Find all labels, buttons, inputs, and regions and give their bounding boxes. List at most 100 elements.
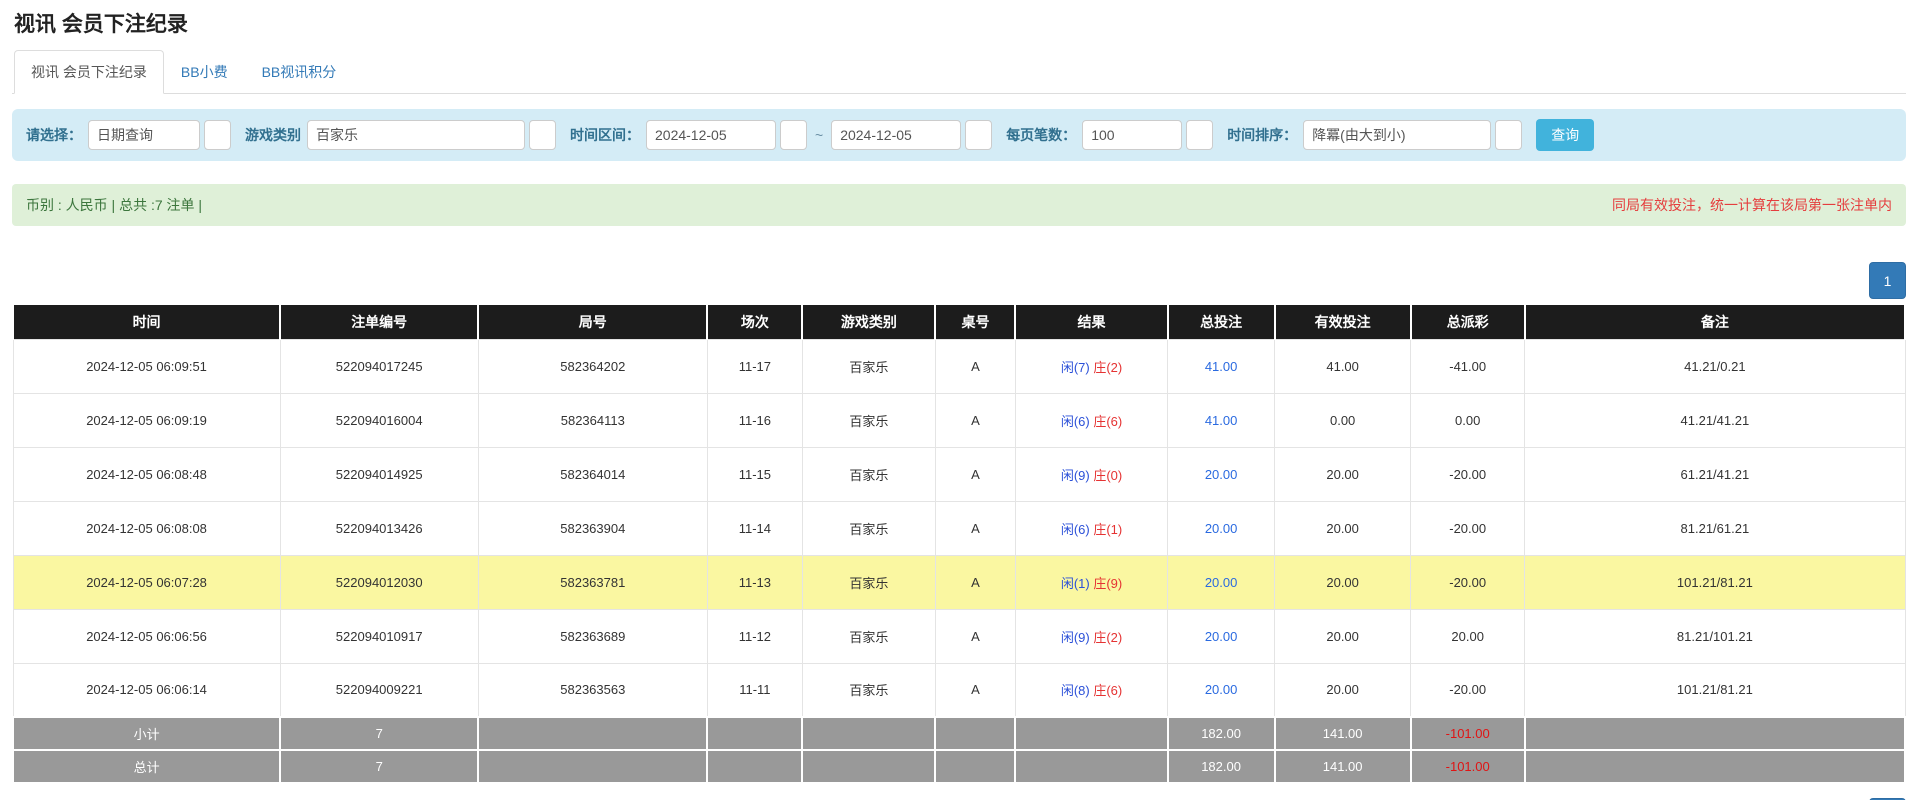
search-button[interactable]: 查询 — [1536, 119, 1594, 151]
summary-valid-bet: 141.00 — [1275, 717, 1411, 750]
total-bet-link[interactable]: 41.00 — [1205, 359, 1238, 374]
result-player: 闲(1) — [1061, 576, 1090, 591]
page-size-dropdown-box[interactable] — [1186, 120, 1213, 150]
cell-session: 11-12 — [707, 609, 802, 663]
cell-valid-bet: 20.00 — [1275, 663, 1411, 717]
result-player: 闲(9) — [1061, 468, 1090, 483]
result-banker: 庄(1) — [1093, 522, 1122, 537]
time-sort-label: 时间排序： — [1227, 125, 1297, 145]
game-type-dropdown-box[interactable] — [529, 120, 556, 150]
cell-result: 闲(9) 庄(2) — [1015, 609, 1167, 663]
result-player: 闲(6) — [1061, 414, 1090, 429]
total-bet-link[interactable]: 20.00 — [1205, 521, 1238, 536]
cell-result: 闲(8) 庄(6) — [1015, 663, 1167, 717]
result-player: 闲(7) — [1061, 360, 1090, 375]
cell-result: 闲(7) 庄(2) — [1015, 339, 1167, 393]
cell-round-id: 582363689 — [478, 609, 707, 663]
cell-session: 11-11 — [707, 663, 802, 717]
table-header-row: 时间注单编号局号场次游戏类别桌号结果总投注有效投注总派彩备注 — [13, 305, 1905, 339]
result-banker: 庄(0) — [1093, 468, 1122, 483]
game-type-select[interactable] — [307, 120, 525, 150]
total-bet-link[interactable]: 20.00 — [1205, 575, 1238, 590]
cell-valid-bet: 41.00 — [1275, 339, 1411, 393]
cell-session: 11-17 — [707, 339, 802, 393]
cell-game-type: 百家乐 — [802, 663, 935, 717]
date-range-separator: ~ — [815, 127, 823, 143]
total-bet-link[interactable]: 41.00 — [1205, 413, 1238, 428]
time-sort-dropdown-box[interactable] — [1495, 120, 1522, 150]
summary-count: 7 — [280, 717, 478, 750]
total-bet-link[interactable]: 20.00 — [1205, 629, 1238, 644]
cell-valid-bet: 20.00 — [1275, 555, 1411, 609]
page-title: 视讯 会员下注纪录 — [12, 0, 1906, 50]
summary-empty — [935, 750, 1015, 783]
time-range-label: 时间区间： — [570, 125, 640, 145]
column-header: 桌号 — [935, 305, 1015, 339]
cell-game-type: 百家乐 — [802, 393, 935, 447]
result-banker: 庄(2) — [1093, 630, 1122, 645]
cell-time: 2024-12-05 06:08:48 — [13, 447, 280, 501]
total-bet-link[interactable]: 20.00 — [1205, 682, 1238, 697]
cell-remark: 41.21/0.21 — [1525, 339, 1905, 393]
cell-table-no: A — [935, 447, 1015, 501]
cell-table-no: A — [935, 663, 1015, 717]
summary-empty — [802, 717, 935, 750]
cell-table-no: A — [935, 555, 1015, 609]
date-from-input[interactable] — [646, 120, 776, 150]
cell-payout: -41.00 — [1411, 339, 1525, 393]
date-from-picker-box[interactable] — [780, 120, 807, 150]
notice-bar: 币别 : 人民币 | 总共 :7 注单 | 同局有效投注，统一计算在该局第一张注… — [12, 184, 1906, 226]
date-to-input[interactable] — [831, 120, 961, 150]
tab-bb-tips[interactable]: BB小费 — [164, 50, 245, 94]
cell-payout: -20.00 — [1411, 663, 1525, 717]
summary-total-bet: 182.00 — [1168, 717, 1275, 750]
page-1-button[interactable]: 1 — [1869, 262, 1906, 299]
summary-remark-empty — [1525, 717, 1905, 750]
filter-bar: 请选择： 游戏类别 时间区间： ~ 每页笔数： 时间排序： 查询 — [12, 109, 1906, 161]
summary-empty — [802, 750, 935, 783]
cell-bet-id: 522094013426 — [280, 501, 478, 555]
pagination-top: 1 — [12, 262, 1906, 299]
result-banker: 庄(2) — [1093, 360, 1122, 375]
column-header: 总投注 — [1168, 305, 1275, 339]
summary-payout: -101.00 — [1411, 750, 1525, 783]
summary-payout: -101.00 — [1411, 717, 1525, 750]
table-row: 2024-12-05 06:08:48522094014925582364014… — [13, 447, 1905, 501]
cell-valid-bet: 20.00 — [1275, 609, 1411, 663]
cell-remark: 41.21/41.21 — [1525, 393, 1905, 447]
column-header: 时间 — [13, 305, 280, 339]
cell-bet-id: 522094012030 — [280, 555, 478, 609]
tab-bb-video-points[interactable]: BB视讯积分 — [245, 50, 354, 94]
cell-time: 2024-12-05 06:08:08 — [13, 501, 280, 555]
result-banker: 庄(6) — [1093, 414, 1122, 429]
page-size-select[interactable] — [1082, 120, 1182, 150]
cell-remark: 101.21/81.21 — [1525, 555, 1905, 609]
column-header: 场次 — [707, 305, 802, 339]
table-row: 2024-12-05 06:07:28522094012030582363781… — [13, 555, 1905, 609]
cell-time: 2024-12-05 06:07:28 — [13, 555, 280, 609]
total-bet-link[interactable]: 20.00 — [1205, 467, 1238, 482]
query-type-dropdown-box[interactable] — [204, 120, 231, 150]
result-banker: 庄(9) — [1093, 576, 1122, 591]
cell-bet-id: 522094009221 — [280, 663, 478, 717]
query-type-select[interactable] — [88, 120, 200, 150]
cell-session: 11-14 — [707, 501, 802, 555]
table-row: 2024-12-05 06:08:08522094013426582363904… — [13, 501, 1905, 555]
date-to-picker-box[interactable] — [965, 120, 992, 150]
valid-bet-warning: 同局有效投注，统一计算在该局第一张注单内 — [1612, 195, 1892, 215]
time-sort-select[interactable] — [1303, 120, 1491, 150]
cell-game-type: 百家乐 — [802, 609, 935, 663]
tab-bar: 视讯 会员下注纪录 BB小费 BB视讯积分 — [12, 50, 1906, 94]
cell-total-bet: 20.00 — [1168, 663, 1275, 717]
cell-round-id: 582364014 — [478, 447, 707, 501]
cell-total-bet: 20.00 — [1168, 609, 1275, 663]
cell-bet-id: 522094010917 — [280, 609, 478, 663]
summary-total-bet: 182.00 — [1168, 750, 1275, 783]
column-header: 结果 — [1015, 305, 1167, 339]
tab-betting-records[interactable]: 视讯 会员下注纪录 — [14, 50, 164, 94]
cell-bet-id: 522094014925 — [280, 447, 478, 501]
cell-bet-id: 522094017245 — [280, 339, 478, 393]
cell-session: 11-15 — [707, 447, 802, 501]
column-header: 总派彩 — [1411, 305, 1525, 339]
cell-game-type: 百家乐 — [802, 555, 935, 609]
